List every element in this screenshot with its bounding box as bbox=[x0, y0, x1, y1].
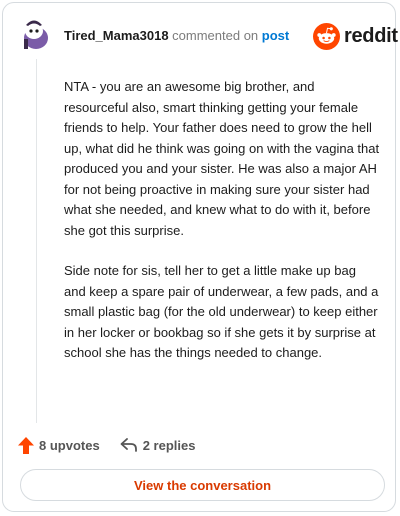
upvote-count: 8 upvotes bbox=[39, 437, 100, 453]
reddit-wordmark: reddit bbox=[344, 24, 398, 47]
reply-arrow-icon bbox=[120, 438, 137, 452]
comment-paragraph: NTA - you are an awesome big brother, an… bbox=[64, 79, 380, 238]
comment-card: Tired_Mama3018 commented on post reddit … bbox=[2, 2, 398, 512]
view-conversation-button[interactable]: View the conversation bbox=[20, 469, 385, 501]
reddit-logo[interactable]: reddit bbox=[313, 22, 398, 50]
thread-line[interactable] bbox=[36, 59, 37, 423]
upvote-button[interactable]: 8 upvotes bbox=[18, 436, 100, 454]
comment-paragraph: Side note for sis, tell her to get a lit… bbox=[64, 263, 379, 360]
reddit-logo-icon bbox=[313, 22, 340, 50]
comment-body: NTA - you are an awesome big brother, an… bbox=[64, 77, 380, 384]
username[interactable]: Tired_Mama3018 bbox=[64, 28, 169, 43]
commented-on-label: commented on bbox=[172, 28, 259, 43]
comment-header: Tired_Mama3018 commented on post bbox=[64, 28, 289, 44]
upvote-arrow-icon bbox=[18, 436, 34, 454]
post-link[interactable]: post bbox=[262, 28, 289, 43]
replies-button[interactable]: 2 replies bbox=[120, 437, 196, 453]
replies-count: 2 replies bbox=[142, 437, 196, 453]
comment-actions: 8 upvotes 2 replies bbox=[18, 435, 195, 455]
avatar[interactable] bbox=[20, 17, 50, 51]
